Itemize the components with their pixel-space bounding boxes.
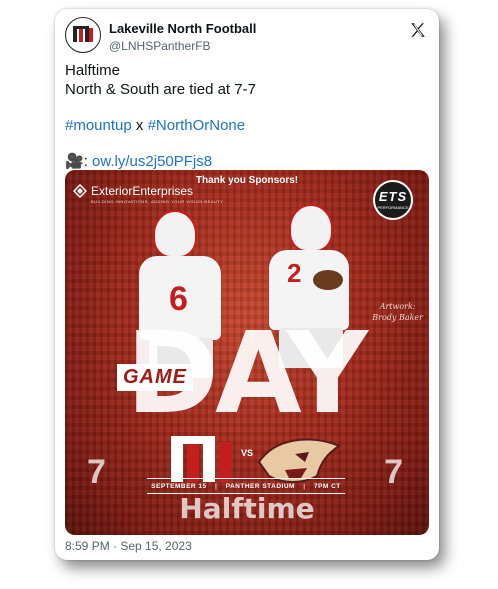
- sponsor1-name: ExteriorEnterprises: [91, 184, 194, 198]
- tweet-timestamp[interactable]: 8:59 PM · Sep 15, 2023: [65, 539, 192, 553]
- football: [313, 270, 343, 290]
- helmet: [289, 204, 333, 252]
- author-handle[interactable]: @LNHSPantherFB: [109, 39, 211, 53]
- link-prefix: :: [83, 153, 93, 170]
- avatar[interactable]: [65, 17, 101, 53]
- video-link[interactable]: ow.ly/us2j50PFjs8: [92, 153, 212, 170]
- game-label: GAME: [117, 364, 193, 391]
- score-south: 7: [384, 453, 403, 491]
- ets-performance-logo: ETS PERFORMANCE: [373, 180, 413, 220]
- hashtag-separator: x: [131, 117, 148, 134]
- helmet: [153, 210, 197, 258]
- author-name[interactable]: Lakeville North Football: [109, 21, 256, 36]
- game-date: SEPTEMBER 15: [151, 482, 207, 490]
- tweet-media-image[interactable]: Thank you Sponsors! ExteriorEnterprises …: [65, 170, 429, 535]
- sponsor2-name: ETS: [378, 189, 408, 204]
- x-logo-icon[interactable]: [409, 21, 427, 39]
- game-venue: PANTHER STADIUM: [225, 482, 295, 490]
- hashtag-mountup[interactable]: #mountup: [65, 117, 132, 134]
- separator: |: [303, 482, 306, 490]
- movie-camera-icon: 🎥: [65, 153, 84, 170]
- tweet-header: Lakeville North Football @LNHSPantherFB: [65, 17, 429, 61]
- tweet-card[interactable]: Lakeville North Football @LNHSPantherFB …: [55, 9, 439, 560]
- tweet-line-score: North & South are tied at 7-7: [65, 81, 256, 98]
- diamond-logo-icon: [73, 184, 87, 198]
- score-north: 7: [87, 453, 106, 491]
- tweet-line-halftime: Halftime: [65, 62, 121, 79]
- jersey-number: 2: [287, 258, 302, 288]
- halftime-banner: Halftime: [179, 492, 315, 525]
- sponsor2-sub: PERFORMANCE: [377, 205, 409, 210]
- artwork-label: Artwork:: [379, 302, 416, 311]
- vs-label: VS: [241, 448, 254, 458]
- link-row: 🎥: ow.ly/us2j50PFjs8: [65, 152, 429, 171]
- exterior-enterprises-logo: ExteriorEnterprises BUILDING INNOVATIONS…: [73, 184, 223, 204]
- lakeville-north-team-logo: [171, 436, 231, 482]
- game-time: 7PM CT: [313, 482, 341, 490]
- artwork-artist: Brody Baker: [372, 313, 423, 322]
- separator: |: [214, 482, 218, 490]
- sponsor1-tagline: BUILDING INNOVATIONS, ADDING YOUR VISION…: [91, 199, 224, 204]
- artwork-credit: Artwork: Brody Baker: [372, 301, 423, 323]
- hashtag-northornone[interactable]: #NorthOrNone: [148, 117, 246, 134]
- tweet-text: Halftime North & South are tied at 7-7 #…: [65, 61, 429, 171]
- hashtag-row: #mountup x #NorthOrNone: [65, 116, 429, 135]
- lakeville-north-logo-icon: [73, 26, 93, 42]
